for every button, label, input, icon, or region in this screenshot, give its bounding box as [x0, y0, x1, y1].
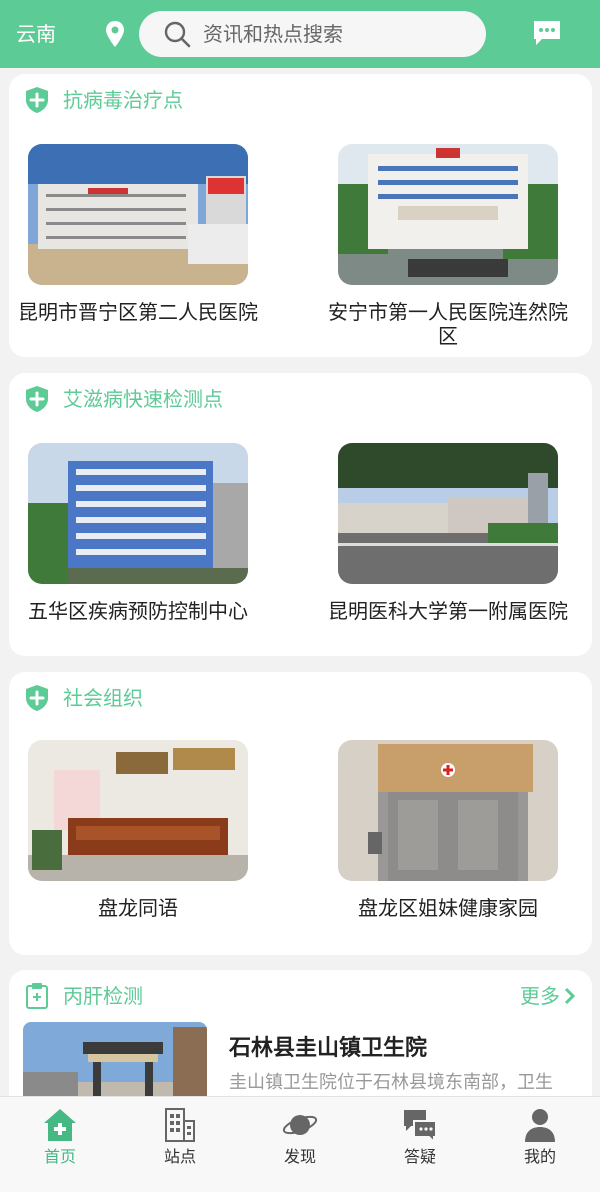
tab-label: 首页: [43, 1147, 76, 1166]
tab-label: 发现: [283, 1147, 316, 1166]
site-name: 昆明市晋宁区第二人民医院: [18, 300, 258, 324]
tab-label: 站点: [163, 1147, 196, 1166]
site-name: 五华区疾病预防控制中心: [28, 599, 248, 623]
more-label: 更多: [520, 984, 560, 1008]
shield-plus-icon: [26, 87, 48, 113]
site-name: 昆明医科大学第一附属医院: [328, 599, 568, 623]
section-hiv-rapid-test: 艾滋病快速检测点 五华区疾病预防控制中心 昆明医科大学第一附属医院: [9, 373, 592, 656]
bottom-tab-bar: 首页 站点 发现 答疑 我的: [0, 1096, 600, 1192]
message-icon[interactable]: [532, 19, 562, 47]
user-icon: [525, 1109, 555, 1142]
more-link[interactable]: 更多: [520, 982, 576, 1010]
tab-discover[interactable]: 发现: [240, 1097, 360, 1192]
tab-label: 我的: [523, 1147, 556, 1166]
planet-icon: [282, 1115, 318, 1135]
tab-mine[interactable]: 我的: [480, 1097, 600, 1192]
top-bar: 云南 资讯和热点搜索: [0, 0, 600, 68]
section-title: 社会组织: [63, 686, 143, 710]
hospital-title[interactable]: 石林县圭山镇卫生院: [229, 1030, 427, 1062]
site-photo: [338, 443, 558, 584]
chat-icon: [404, 1110, 437, 1143]
site-photo: [338, 740, 558, 881]
location-pin-icon[interactable]: [104, 20, 126, 48]
home-icon: [44, 1109, 76, 1141]
search-icon: [164, 21, 191, 48]
tab-label: 答疑: [403, 1147, 436, 1166]
site-name: 盘龙同语: [98, 896, 178, 920]
site-photo: [28, 443, 248, 584]
section-antiviral-treatment: 抗病毒治疗点 昆明市晋宁区第二人民医院 安宁市第一人民医院连然院区: [9, 74, 592, 357]
site-photo: [338, 144, 558, 285]
shield-plus-icon: [26, 685, 48, 711]
section-title: 丙肝检测: [63, 984, 143, 1008]
section-title: 抗病毒治疗点: [63, 88, 183, 112]
site-photo: [28, 740, 248, 881]
shield-plus-icon: [26, 386, 48, 412]
site-name: 盘龙区姐妹健康家园: [358, 896, 538, 920]
search-placeholder: 资讯和热点搜索: [203, 22, 343, 46]
clipboard-icon: [26, 983, 48, 1009]
tab-home[interactable]: 首页: [0, 1097, 120, 1192]
search-input[interactable]: 资讯和热点搜索: [139, 11, 486, 57]
section-social-organization: 社会组织 盘龙同语 盘龙区姐妹健康家园: [9, 672, 592, 955]
hospital-description: 圭山镇卫生院位于石林县境东南部，卫生: [229, 1072, 553, 1093]
building-icon: [165, 1108, 195, 1142]
section-title: 艾滋病快速检测点: [63, 387, 223, 411]
site-photo: [28, 144, 248, 285]
tab-qa[interactable]: 答疑: [360, 1097, 480, 1192]
region-selector[interactable]: 云南: [16, 20, 56, 48]
tab-sites[interactable]: 站点: [120, 1097, 240, 1192]
chevron-right-icon: [564, 987, 576, 1005]
site-name: 安宁市第一人民医院连然院区: [328, 300, 568, 348]
